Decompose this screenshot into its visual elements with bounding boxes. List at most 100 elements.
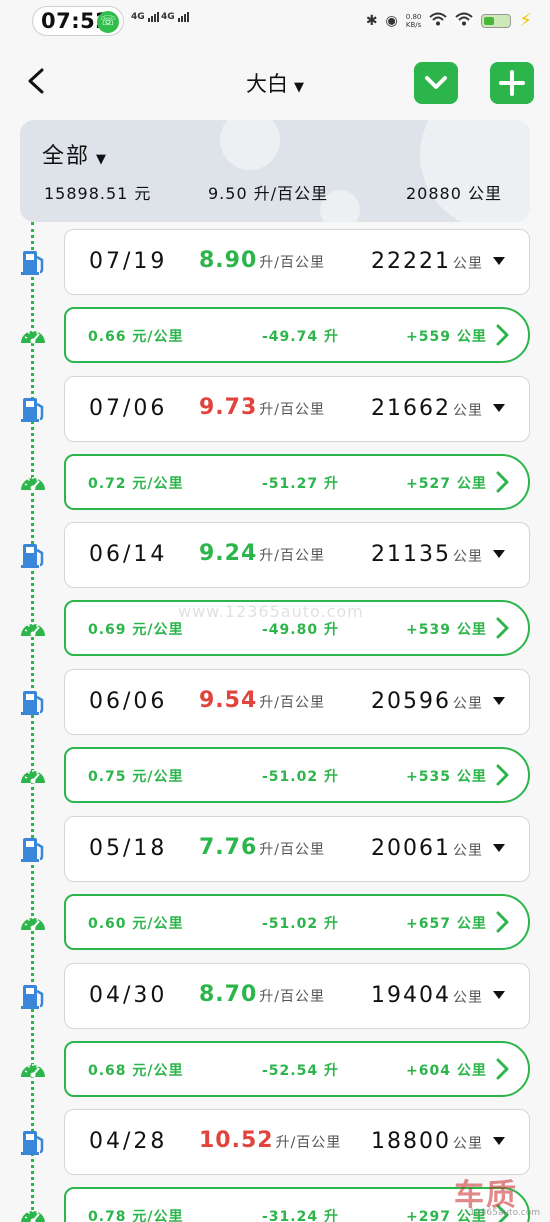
gauge-icon (18, 321, 48, 351)
consumption-value: 9.24 (199, 541, 258, 566)
summary-filter[interactable]: 全部 ▼ (42, 138, 106, 170)
status-bar: 07:52 ☏ 4G 4G ✱ ◉ 0.80 KB/s ⚡ (0, 0, 550, 44)
vehicle-selector[interactable]: 大白 ▼ (0, 68, 550, 98)
odometer-unit: 公里 (453, 549, 483, 565)
consumption-value: 7.76 (199, 835, 258, 860)
trip-distance: +657 公里 (406, 916, 487, 932)
total-distance: 20880 公里 (406, 184, 502, 203)
trip-fuel: -52.54 升 (262, 1063, 339, 1079)
odometer-unit: 公里 (453, 696, 483, 712)
fillup-record[interactable]: 04/28 10.52 升/百公里 18800 公里 (64, 1109, 530, 1175)
record-consumption: 10.52 升/百公里 (199, 1128, 341, 1153)
battery-icon (481, 13, 512, 28)
consumption-unit: 升/百公里 (259, 842, 325, 858)
fillup-record[interactable]: 05/18 7.76 升/百公里 20061 公里 (64, 816, 530, 882)
plus-icon (499, 70, 525, 96)
consumption-unit: 升/百公里 (259, 989, 325, 1005)
wifi-icon-2 (455, 12, 474, 30)
odometer-value: 22221 (371, 249, 451, 274)
trip-summary[interactable]: 0.60 元/公里 -51.02 升 +657 公里 (64, 894, 530, 950)
trip-summary[interactable]: 0.72 元/公里 -51.27 升 +527 公里 (64, 454, 530, 510)
consumption-value: 9.54 (199, 688, 258, 713)
trip-cost-per-km: 0.78 元/公里 (88, 1209, 184, 1222)
expand-caret-icon[interactable] (493, 1137, 505, 1145)
chevron-right-icon (492, 616, 512, 640)
odometer-unit: 公里 (453, 843, 483, 859)
record-odometer: 18800 公里 (371, 1129, 483, 1154)
expand-caret-icon[interactable] (493, 991, 505, 999)
consumption-unit: 升/百公里 (259, 695, 325, 711)
odometer-value: 18800 (371, 1129, 451, 1154)
trip-summary[interactable]: 0.68 元/公里 -52.54 升 +604 公里 (64, 1041, 530, 1097)
net-speed-value: 0.80 (405, 12, 422, 21)
fuel-pump-icon (18, 687, 48, 717)
signal-1-label: 4G (131, 12, 145, 22)
record-date: 07/19 (89, 249, 168, 274)
net-speed: 0.80 KB/s (406, 13, 422, 29)
fuel-pump-icon (18, 981, 48, 1011)
fillup-record[interactable]: 06/06 9.54 升/百公里 20596 公里 (64, 669, 530, 735)
fillup-record[interactable]: 04/30 8.70 升/百公里 19404 公里 (64, 963, 530, 1029)
trip-fuel: -49.74 升 (262, 329, 339, 345)
record-odometer: 22221 公里 (371, 249, 483, 274)
expand-caret-icon[interactable] (493, 844, 505, 852)
summary-card[interactable]: 全部 ▼ 15898.51 元 9.50 升/百公里 20880 公里 (20, 120, 530, 222)
trip-summary[interactable]: 0.66 元/公里 -49.74 升 +559 公里 (64, 307, 530, 363)
chevron-right-icon (492, 470, 512, 494)
chevron-right-icon (492, 1057, 512, 1081)
trip-summary[interactable]: 0.75 元/公里 -51.02 升 +535 公里 (64, 747, 530, 803)
record-date: 06/06 (89, 689, 168, 714)
trip-fuel: -51.02 升 (262, 916, 339, 932)
trip-cost-per-km: 0.60 元/公里 (88, 916, 184, 932)
alarm-icon: ◉ (385, 12, 398, 29)
chevron-right-icon (492, 323, 512, 347)
trip-fuel: -49.80 升 (262, 622, 339, 638)
trip-cost-per-km: 0.66 元/公里 (88, 329, 184, 345)
record-odometer: 21662 公里 (371, 396, 483, 421)
odometer-unit: 公里 (453, 403, 483, 419)
trip-distance: +539 公里 (406, 622, 487, 638)
consumption-value: 8.90 (199, 248, 258, 273)
consumption-unit: 升/百公里 (259, 402, 325, 418)
fillup-record[interactable]: 07/06 9.73 升/百公里 21662 公里 (64, 376, 530, 442)
decor-bubble (420, 120, 530, 222)
record-consumption: 7.76 升/百公里 (199, 835, 325, 860)
consumption-value: 9.73 (199, 395, 258, 420)
signal-2: 4G (161, 12, 190, 22)
trip-cost-per-km: 0.69 元/公里 (88, 622, 184, 638)
record-consumption: 9.73 升/百公里 (199, 395, 325, 420)
fuel-pump-icon (18, 1127, 48, 1157)
gauge-icon (18, 1055, 48, 1085)
record-date: 07/06 (89, 396, 168, 421)
expand-caret-icon[interactable] (493, 550, 505, 558)
signal-1: 4G (131, 12, 160, 22)
trip-distance: +559 公里 (406, 329, 487, 345)
record-odometer: 20061 公里 (371, 836, 483, 861)
filter-button[interactable] (414, 62, 458, 104)
consumption-value: 10.52 (199, 1128, 274, 1153)
record-consumption: 9.54 升/百公里 (199, 688, 325, 713)
odometer-unit: 公里 (453, 1136, 483, 1152)
bluetooth-icon: ✱ (365, 12, 378, 29)
expand-caret-icon[interactable] (493, 257, 505, 265)
gauge-icon (18, 761, 48, 791)
wifi-icon (429, 12, 448, 30)
logo-url: 12365auto.com (469, 1208, 540, 1218)
fillup-record[interactable]: 06/14 9.24 升/百公里 21135 公里 (64, 522, 530, 588)
trip-cost-per-km: 0.68 元/公里 (88, 1063, 184, 1079)
fuel-pump-icon (18, 540, 48, 570)
add-record-button[interactable] (490, 62, 534, 104)
gauge-icon (18, 1201, 48, 1222)
chevron-right-icon (492, 910, 512, 934)
record-consumption: 8.90 升/百公里 (199, 248, 325, 273)
gauge-icon (18, 468, 48, 498)
expand-caret-icon[interactable] (493, 697, 505, 705)
fillup-record[interactable]: 07/19 8.90 升/百公里 22221 公里 (64, 229, 530, 295)
record-odometer: 21135 公里 (371, 542, 483, 567)
signal-bars-icon (147, 12, 160, 22)
expand-caret-icon[interactable] (493, 404, 505, 412)
consumption-unit: 升/百公里 (259, 548, 325, 564)
time-pill: 07:52 ☏ (32, 6, 124, 36)
gauge-icon (18, 614, 48, 644)
phone-icon: ☏ (97, 11, 119, 33)
